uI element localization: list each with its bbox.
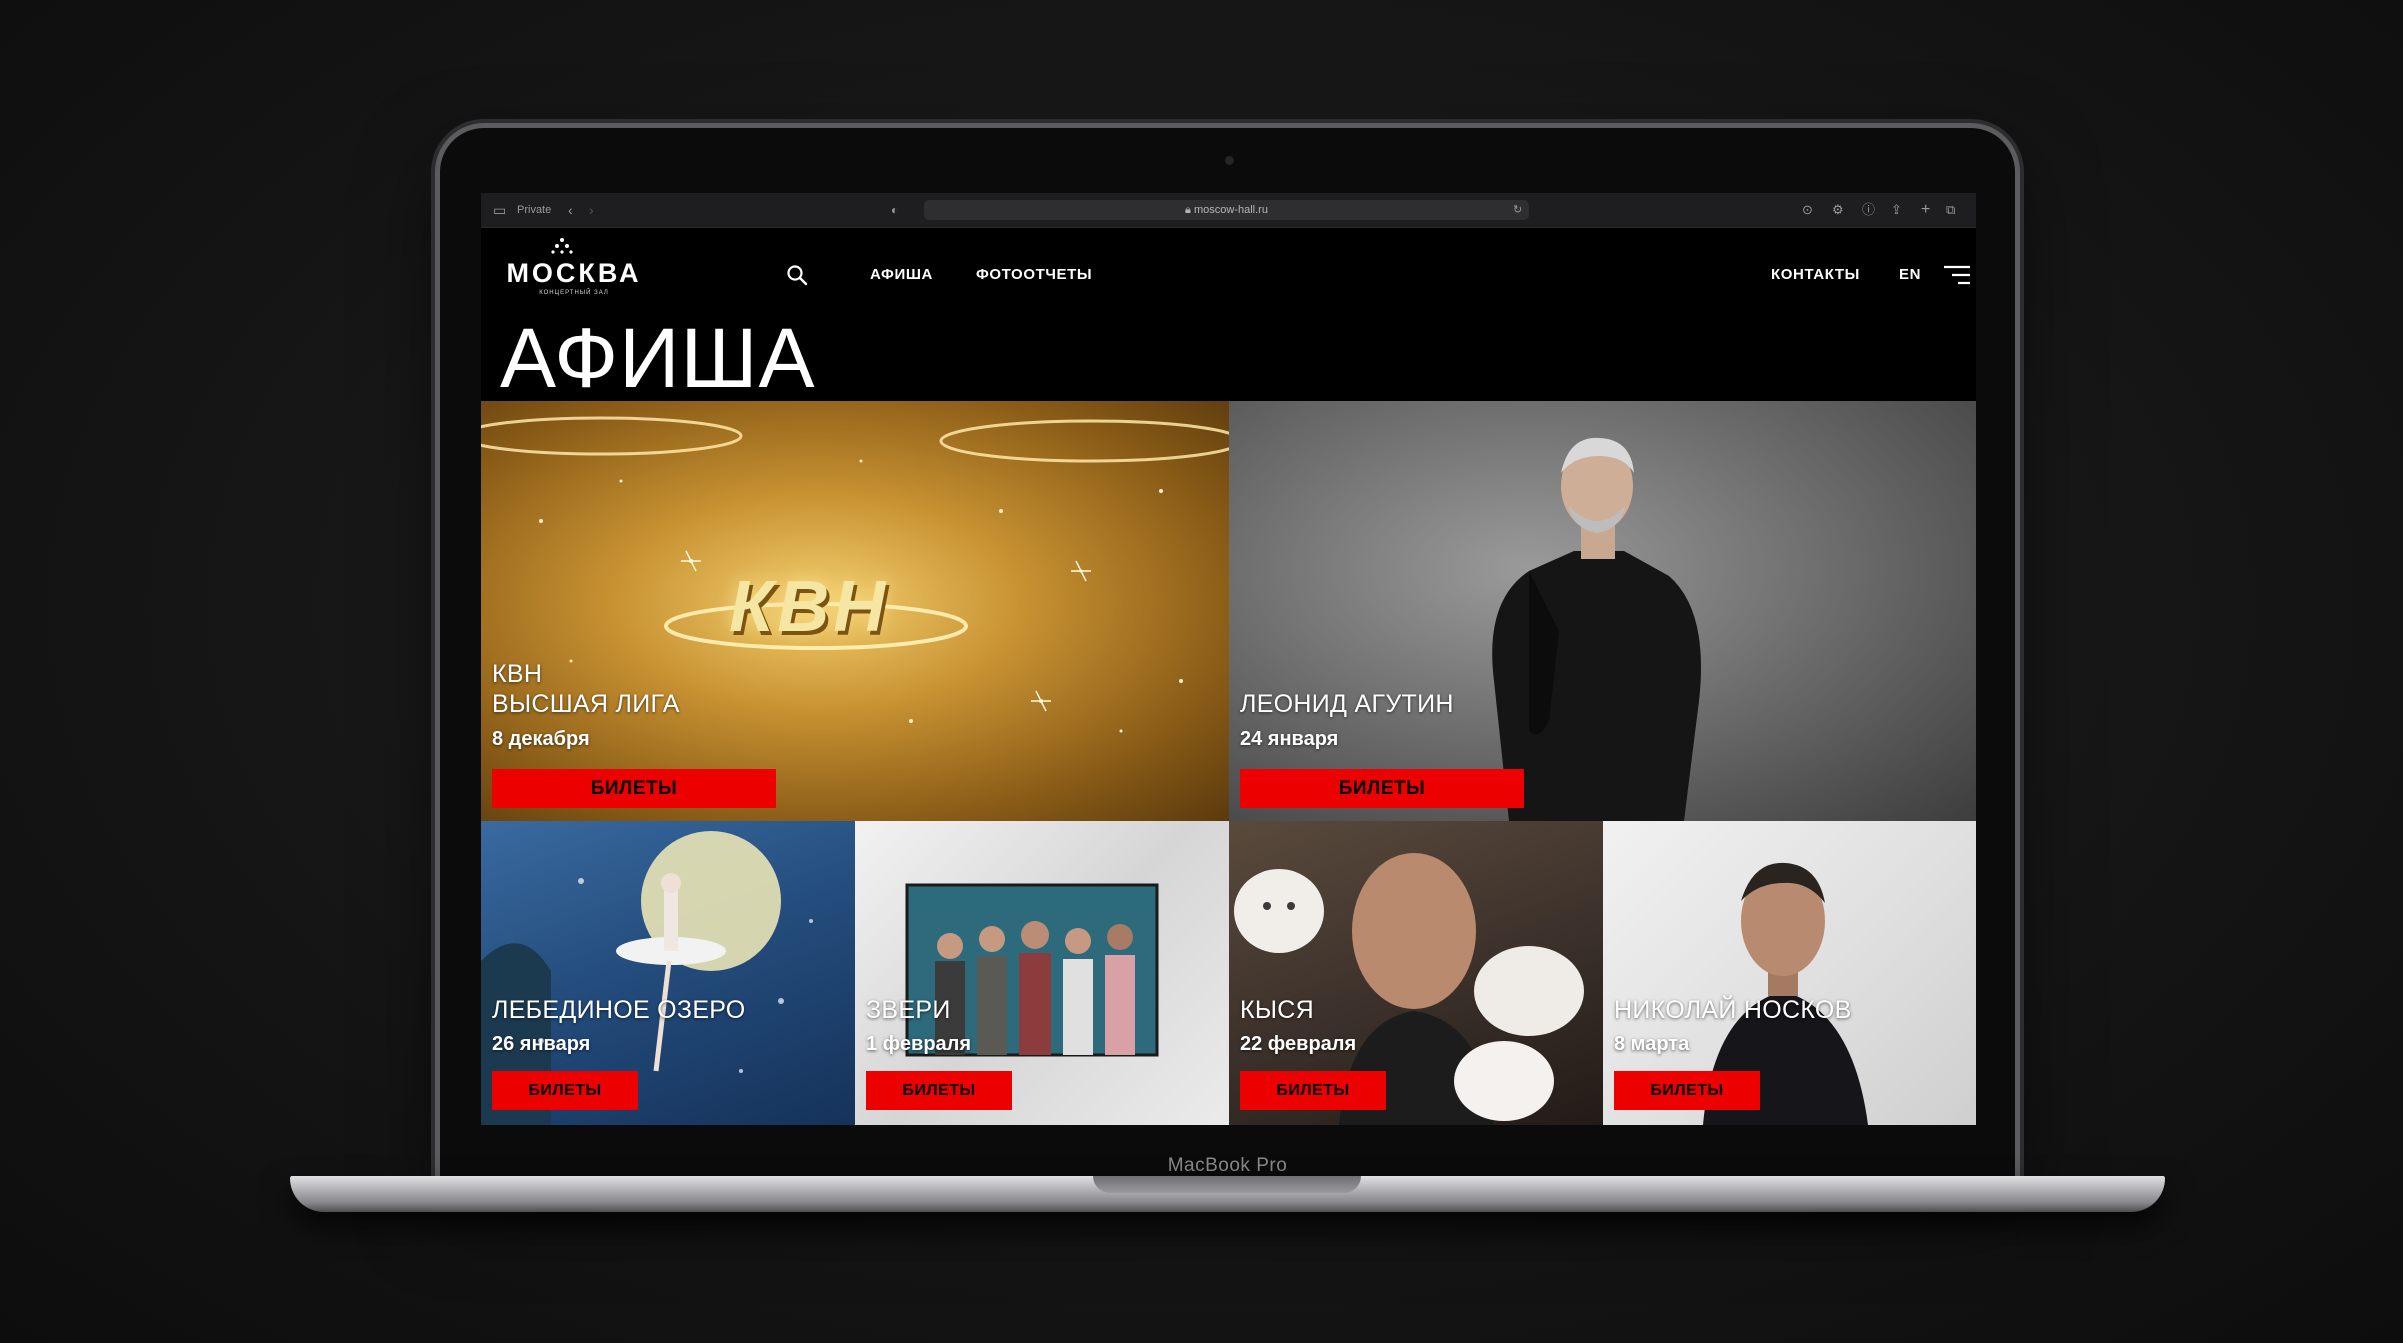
reload-icon[interactable]: ↻ (1513, 193, 1522, 227)
url-text: moscow-hall.ru (1193, 204, 1268, 216)
event-title-line1: КВН (492, 660, 543, 688)
site-logo-subtitle: КОНЦЕРТНЫЙ ЗАЛ (539, 290, 609, 296)
share-icon[interactable]: ⇪ (1891, 193, 1902, 227)
info-icon[interactable]: ⓘ (1862, 193, 1875, 227)
page-title: АФИША (500, 311, 816, 405)
lock-icon: 🔒︎ (1185, 204, 1194, 216)
event-card-zveri[interactable]: ЗВЕРИ 1 февраля БИЛЕТЫ (855, 821, 1229, 1125)
laptop-model-label: MacBook Pro (1167, 1155, 1288, 1176)
event-title: ЛЕБЕДИНОЕ ОЗЕРО (492, 996, 746, 1024)
event-card-agutin[interactable]: ЛЕОНИД АГУТИН 24 января БИЛЕТЫ (1229, 401, 1976, 821)
event-date: 1 февраля (866, 1033, 972, 1055)
event-card-kysya[interactable]: КЫСЯ 22 февраля БИЛЕТЫ (1229, 821, 1603, 1125)
back-icon[interactable]: ‹ (568, 193, 573, 227)
event-title-line2: ВЫСШАЯ ЛИГА (492, 690, 680, 718)
tabs-overview-icon[interactable]: ⧉ (1946, 193, 1955, 227)
event-title: КЫСЯ (1240, 996, 1315, 1024)
new-tab-icon[interactable]: + (1921, 193, 1930, 227)
event-date: 8 марта (1614, 1033, 1690, 1055)
address-bar[interactable]: 🔒︎ moscow-hall.ru (924, 200, 1529, 220)
tickets-button[interactable]: БИЛЕТЫ (492, 1071, 638, 1110)
event-title: ЗВЕРИ (866, 996, 951, 1024)
language-switch[interactable]: EN (1899, 266, 1921, 283)
extensions-icon[interactable]: ⚙ (1832, 193, 1844, 227)
screen: ▭ Private ‹ › ◐ 🔒︎ moscow-hall.ru ↻ ⊙ ⚙ … (481, 193, 1976, 1125)
tickets-button[interactable]: БИЛЕТЫ (866, 1071, 1012, 1110)
event-card-kvn[interactable]: КВН КВН ВЫСШАЯ ЛИГА 8 декабря БИЛЕТЫ (481, 401, 1229, 821)
privacy-icon[interactable]: ◐ (891, 193, 898, 227)
camera (1225, 156, 1234, 165)
event-date: 24 января (1240, 728, 1339, 750)
event-title: НИКОЛАЙ НОСКОВ (1614, 996, 1852, 1024)
event-card-swan-lake[interactable]: ЛЕБЕДИНОЕ ОЗЕРО 26 января БИЛЕТЫ (481, 821, 855, 1125)
nav-afisha[interactable]: АФИША (870, 266, 933, 283)
event-date: 22 февраля (1240, 1033, 1357, 1055)
tickets-button[interactable]: БИЛЕТЫ (1614, 1071, 1760, 1110)
artist-photo (1492, 437, 1701, 821)
logo-mark-icon (551, 238, 573, 254)
event-date: 26 января (492, 1033, 591, 1055)
tickets-button[interactable]: БИЛЕТЫ (492, 769, 776, 808)
laptop-notch (1093, 1176, 1361, 1193)
site-logo[interactable]: МОСКВА (499, 258, 649, 289)
download-icon[interactable]: ⊙ (1802, 193, 1813, 227)
event-date: 8 декабря (492, 728, 590, 750)
private-label: Private (517, 204, 552, 216)
nav-contacts[interactable]: КОНТАКТЫ (1771, 266, 1860, 283)
browser-toolbar: ▭ Private ‹ › ◐ 🔒︎ moscow-hall.ru ↻ ⊙ ⚙ … (481, 193, 1976, 228)
nav-photo-reports[interactable]: ФОТООТЧЕТЫ (976, 266, 1092, 283)
sidebar-icon[interactable]: ▭ (493, 193, 506, 227)
tickets-button[interactable]: БИЛЕТЫ (1240, 769, 1524, 808)
kvn-logo-art: КВН (729, 567, 890, 647)
event-title: ЛЕОНИД АГУТИН (1240, 690, 1454, 718)
event-card-noskov[interactable]: НИКОЛАЙ НОСКОВ 8 марта БИЛЕТЫ (1603, 821, 1976, 1125)
forward-icon[interactable]: › (589, 193, 594, 227)
menu-icon[interactable] (1944, 265, 1970, 285)
tickets-button[interactable]: БИЛЕТЫ (1240, 1071, 1386, 1110)
search-icon[interactable] (786, 264, 808, 286)
